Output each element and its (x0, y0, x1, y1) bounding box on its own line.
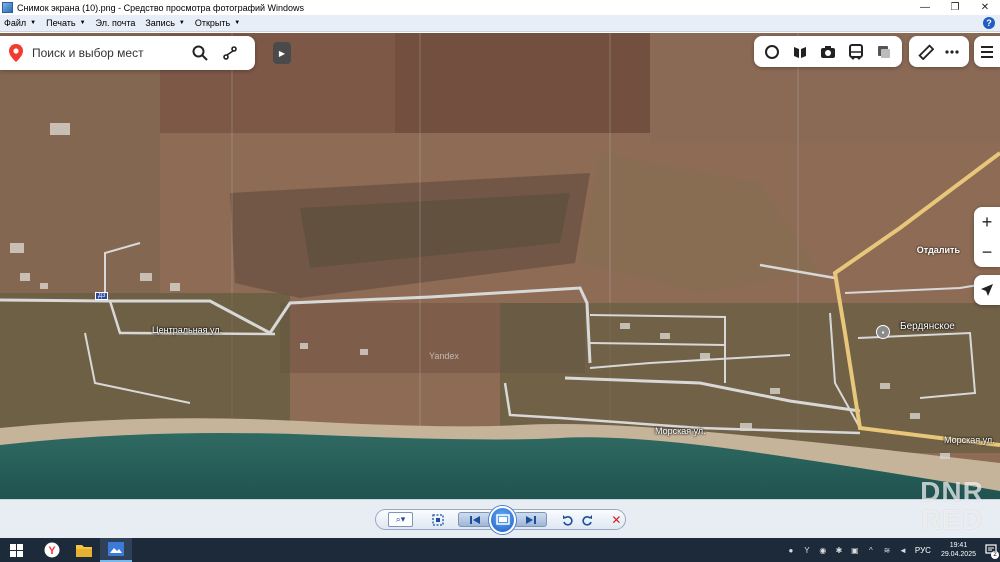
chevron-down-icon: ▼ (79, 20, 86, 26)
watermark-line-1: DNR (920, 476, 984, 507)
town-label: Бердянское (900, 321, 955, 332)
sidebar-expand-button[interactable]: ▶ (273, 42, 291, 64)
menu-print[interactable]: Печать ▼ (46, 18, 85, 28)
delete-icon[interactable]: ✕ (608, 510, 625, 529)
menu-email-label: Эл. почта (95, 18, 136, 28)
tray-app-icon-3[interactable]: ▣ (849, 544, 861, 556)
zoom-out-tooltip: Отдалить (916, 245, 960, 255)
camera-icon[interactable] (814, 38, 842, 66)
menu-bar: Файл ▼ Печать ▼ Эл. почта Запись ▼ Открыть ▼… (0, 15, 1000, 32)
clock[interactable]: 19:41 29.04.2025 (941, 541, 976, 559)
ruler-icon[interactable] (913, 38, 939, 66)
clock-time: 19:41 (949, 542, 968, 549)
system-tray: ● Y ◉ ✱ ▣ ^ ≋ ◄ РУС 19:41 29.04.2025 2 (783, 538, 1000, 562)
maximize-button[interactable]: ❐ (940, 0, 970, 15)
chevron-down-icon: ▼ (178, 20, 185, 26)
zoom-menu-button[interactable]: ⌕▾ (388, 512, 414, 527)
street-label-sea-2: Морская ул. (944, 435, 995, 445)
menu-file-label: Файл (4, 18, 27, 28)
windows-start-icon[interactable] (0, 538, 32, 562)
map-mode-icon[interactable] (870, 38, 898, 66)
location-pin-icon (6, 42, 26, 64)
search-icon[interactable] (188, 41, 212, 65)
menu-burn-label: Запись (145, 18, 175, 28)
panorama-icon[interactable] (786, 38, 814, 66)
zoom-in-button[interactable]: + (974, 207, 1000, 237)
map-layers-toolbar (754, 36, 902, 67)
route-icon[interactable] (218, 41, 242, 65)
street-label-central: Центральная ул. (152, 325, 223, 335)
file-explorer-icon[interactable] (68, 538, 100, 562)
zoom-control: + − (974, 207, 1000, 267)
watermark-line-2: RED (920, 504, 984, 535)
window-title: Снимок экрана (10).png - Средство просмо… (17, 2, 305, 13)
network-icon[interactable]: ≋ (881, 544, 893, 556)
svg-text:Y: Y (48, 545, 56, 557)
chevron-down-icon: ▼ (30, 20, 37, 26)
taskbar: Y ● Y ◉ ✱ ▣ ^ ≋ ◄ РУС 19:41 29.04.2025 2 (0, 538, 1000, 562)
road-number-badge: Д3 (95, 292, 109, 300)
map-image[interactable]: Центральная ул. Морская ул. Морская ул. … (0, 33, 1000, 499)
site-watermark: DNR RED (910, 478, 994, 534)
map-search-input[interactable] (32, 46, 182, 60)
rotate-left-icon[interactable] (559, 510, 576, 529)
rotate-right-icon[interactable] (578, 510, 595, 529)
chevron-down-icon: ▼ (234, 20, 241, 26)
street-label-sea-1: Морская ул. (655, 426, 706, 436)
tray-app-icon-2[interactable]: ◉ (817, 544, 829, 556)
notifications-icon[interactable]: 2 (982, 538, 1000, 562)
photo-viewer-app-icon (2, 2, 13, 13)
show-hidden-icons-icon[interactable]: ^ (865, 544, 877, 556)
actual-size-icon[interactable] (429, 510, 446, 529)
help-icon[interactable]: ? (983, 17, 995, 29)
menu-email[interactable]: Эл. почта (96, 18, 136, 28)
photo-viewer-taskbar-icon[interactable] (100, 538, 132, 562)
tray-app-icon[interactable]: ● (785, 544, 797, 556)
yandex-tray-icon[interactable]: Y (801, 544, 813, 556)
hamburger-menu-icon[interactable] (974, 36, 1000, 67)
bus-icon[interactable] (842, 38, 870, 66)
yandex-browser-icon[interactable]: Y (36, 538, 68, 562)
slideshow-icon[interactable] (489, 505, 517, 534)
window-controls: — ❐ ✕ (910, 0, 1000, 15)
map-tools-toolbar (909, 36, 969, 67)
geolocation-icon[interactable] (974, 275, 1000, 305)
menu-open-label: Открыть (194, 18, 231, 28)
notification-count-badge: 2 (991, 551, 999, 559)
poi-marker-icon[interactable]: ▪ (876, 325, 890, 339)
minimize-button[interactable]: — (910, 0, 940, 15)
more-icon[interactable] (939, 38, 965, 66)
previous-icon[interactable] (458, 512, 492, 527)
map-search-box (0, 36, 255, 70)
language-indicator[interactable]: РУС (915, 546, 931, 555)
viewer-controls: ⌕▾ ✕ (375, 505, 626, 534)
menu-open[interactable]: Открыть ▼ (195, 18, 240, 28)
volume-icon[interactable]: ◄ (897, 544, 909, 556)
close-button[interactable]: ✕ (970, 0, 1000, 15)
menu-print-label: Печать (46, 18, 76, 28)
title-bar: Снимок экрана (10).png - Средство просмо… (0, 0, 1000, 15)
menu-file[interactable]: Файл ▼ (4, 18, 36, 28)
bluetooth-icon[interactable]: ✱ (833, 544, 845, 556)
menu-burn[interactable]: Запись ▼ (145, 18, 184, 28)
zoom-out-button[interactable]: − (974, 237, 1000, 267)
viewer-control-bar: ⌕▾ ✕ (0, 499, 1000, 538)
satellite-map (0, 33, 1000, 499)
next-icon[interactable] (514, 512, 548, 527)
map-provider-watermark: Yandex (429, 351, 459, 361)
clock-date: 29.04.2025 (940, 551, 976, 558)
layers-icon[interactable] (758, 38, 786, 66)
